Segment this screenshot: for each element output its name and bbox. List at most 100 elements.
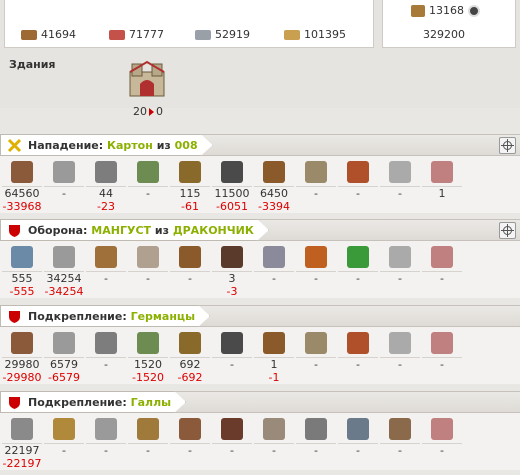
teutonic-knight-icon[interactable] [221,332,243,354]
gaul-chieftain-icon[interactable] [347,418,369,440]
hero-icon[interactable] [431,332,453,354]
player-name[interactable]: Картон [107,139,153,152]
paladin-icon[interactable] [179,161,201,183]
settler-icon[interactable] [389,161,411,183]
player-name[interactable]: Германцы [131,310,195,323]
imperian-icon[interactable] [95,246,117,268]
unit-cell: - [43,413,85,470]
unit-count: 6579 [50,358,78,371]
unit-cell: - [169,413,211,470]
unit-loss: -6579 [48,371,80,384]
catapult-icon[interactable] [305,161,327,183]
chief-icon[interactable] [347,332,369,354]
scout-icon[interactable] [137,161,159,183]
hero-icon[interactable] [431,246,453,268]
unit-count: 11500 [214,187,250,200]
section-title: Нападение: Картон из 008 [28,138,198,152]
axe-icon[interactable] [95,161,117,183]
unit-cell: 1 -1 [253,327,295,384]
unit-count: 692 [179,358,201,371]
equites-imperatoris-icon[interactable] [179,246,201,268]
legionnaire-icon[interactable] [11,246,33,268]
unit-cell: - [85,413,127,470]
scout-icon[interactable] [137,332,159,354]
unit-cell: - [253,241,295,298]
unit-count: 115 [179,187,201,200]
pathfinder-icon[interactable] [95,418,117,440]
paladin-icon[interactable] [179,332,201,354]
unit-count: - [188,272,192,285]
village-name[interactable]: ДРАКОНЧИК [173,224,254,237]
section-header: Подкрепление: Германцы [0,305,520,327]
unit-count: 1 [270,358,278,371]
unit-count: 1520 [134,358,162,371]
hero-icon[interactable] [431,418,453,440]
unit-count: - [440,444,444,457]
section-header: Оборона: МАНГУСТ из ДРАКОНЧИК [0,219,520,241]
unit-cell: 6450 -3394 [253,156,295,213]
unit-cell: - [337,156,379,213]
trebuchet-icon[interactable] [305,418,327,440]
unit-count: - [230,444,234,457]
unit-count: - [104,358,108,371]
unit-cell: - [85,327,127,384]
druidrider-icon[interactable] [179,418,201,440]
settler-icon[interactable] [389,246,411,268]
unit-loss: -3 [226,285,238,298]
axe-icon[interactable] [95,332,117,354]
gaul-ram-icon[interactable] [263,418,285,440]
unit-count: - [272,272,276,285]
unit-count: - [356,187,360,200]
clay-icon [109,29,125,40]
shield-icon [7,395,22,410]
swordsman-icon[interactable] [53,418,75,440]
unit-loss: -22197 [2,457,42,470]
catapult-icon[interactable] [305,332,327,354]
section-tab: Нападение: Картон из 008 [0,134,213,156]
equites-legati-icon[interactable] [137,246,159,268]
crosshair-button[interactable] [499,137,516,154]
unit-loss: -34254 [44,285,84,298]
unit-cell: - [337,241,379,298]
battering-ram-icon[interactable] [263,246,285,268]
unit-count: - [440,358,444,371]
spear-icon[interactable] [53,161,75,183]
section-title: Подкрепление: Германцы [28,309,196,323]
phalanx-icon[interactable] [11,418,33,440]
unit-loss: -6051 [216,200,248,213]
crosshair-icon [501,224,514,237]
carry-box: 13168 329200 [382,0,516,48]
teutonic-knight-icon[interactable] [221,161,243,183]
equites-caesaris-icon[interactable] [221,246,243,268]
fire-catapult-icon[interactable] [305,246,327,268]
club-icon[interactable] [11,161,33,183]
senator-icon[interactable] [347,246,369,268]
village-name[interactable]: 008 [175,139,198,152]
player-name[interactable]: МАНГУСТ [91,224,151,237]
haeduan-icon[interactable] [221,418,243,440]
praetorian-icon[interactable] [53,246,75,268]
ram-icon[interactable] [263,332,285,354]
settler-icon[interactable] [389,332,411,354]
crosshair-button[interactable] [499,222,516,239]
chief-icon[interactable] [347,161,369,183]
iron-icon [195,29,211,40]
resource-clay: 71777 [109,28,164,41]
unit-count: - [230,358,234,371]
unit-count: 6450 [260,187,288,200]
resources-box: 41694 71777 52919 101395 [4,0,374,48]
football-icon [468,4,480,17]
shield-icon [7,223,22,238]
wood-icon [21,29,37,40]
player-name[interactable]: Галлы [131,396,172,409]
gaul-settler-icon[interactable] [389,418,411,440]
spear-icon[interactable] [53,332,75,354]
hero-icon[interactable] [431,161,453,183]
club-icon[interactable] [11,332,33,354]
units-row: 64560 -33968-44 -23-115 -61 11500 -6051 6450 -3… [0,156,520,213]
section-tab: Подкрепление: Германцы [0,305,210,327]
unit-count: - [104,444,108,457]
theutates-thunder-icon[interactable] [137,418,159,440]
ram-icon[interactable] [263,161,285,183]
unit-cell: - [337,413,379,470]
